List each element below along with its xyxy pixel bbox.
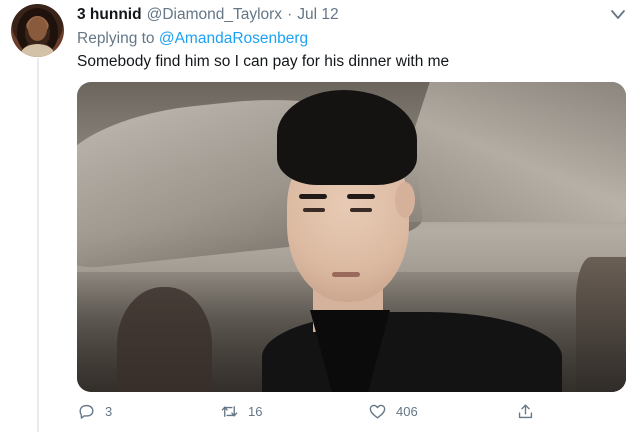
user-handle[interactable]: @Diamond_Taylorx bbox=[147, 6, 282, 24]
share-icon bbox=[516, 402, 535, 421]
separator-dot: · bbox=[287, 6, 293, 23]
person-jacket bbox=[262, 312, 562, 392]
person-right-brow bbox=[347, 194, 375, 199]
person-mouth bbox=[332, 272, 360, 277]
tweet-header: 3 hunnid @Diamond_Taylorx · Jul 12 bbox=[77, 6, 339, 24]
background-roof-right bbox=[384, 82, 626, 222]
replying-to-handle[interactable]: @AmandaRosenberg bbox=[159, 30, 308, 47]
display-name[interactable]: 3 hunnid bbox=[77, 6, 142, 24]
retweet-button[interactable]: 16 bbox=[220, 402, 262, 421]
person-right-eye bbox=[350, 208, 372, 212]
reply-button[interactable]: 3 bbox=[77, 402, 112, 421]
person-left-eye bbox=[303, 208, 325, 212]
replying-to-line: Replying to @AmandaRosenberg bbox=[77, 30, 308, 48]
reply-icon bbox=[77, 402, 96, 421]
avatar-face bbox=[28, 17, 47, 41]
reply-count: 3 bbox=[105, 404, 113, 419]
heart-icon bbox=[368, 402, 387, 421]
thread-line bbox=[37, 58, 39, 432]
replying-to-label: Replying to bbox=[77, 30, 155, 47]
retweet-icon bbox=[220, 402, 239, 421]
bystander-figure bbox=[117, 287, 212, 392]
like-count: 406 bbox=[396, 404, 418, 419]
right-edge-figure bbox=[576, 257, 626, 392]
person-hair bbox=[277, 90, 417, 185]
share-button[interactable] bbox=[516, 402, 535, 421]
avatar[interactable] bbox=[11, 4, 64, 57]
like-button[interactable]: 406 bbox=[368, 402, 418, 421]
chevron-down-icon[interactable] bbox=[610, 8, 626, 22]
avatar-shirt bbox=[21, 44, 54, 57]
person-ear bbox=[395, 182, 415, 218]
person-left-brow bbox=[299, 194, 327, 199]
tweet-date[interactable]: Jul 12 bbox=[297, 6, 338, 24]
tweet-text: Somebody find him so I can pay for his d… bbox=[77, 53, 450, 70]
tweet-actions-bar: 3 16 406 bbox=[77, 402, 626, 426]
tweet-media-image[interactable] bbox=[77, 82, 626, 392]
retweet-count: 16 bbox=[248, 404, 263, 419]
